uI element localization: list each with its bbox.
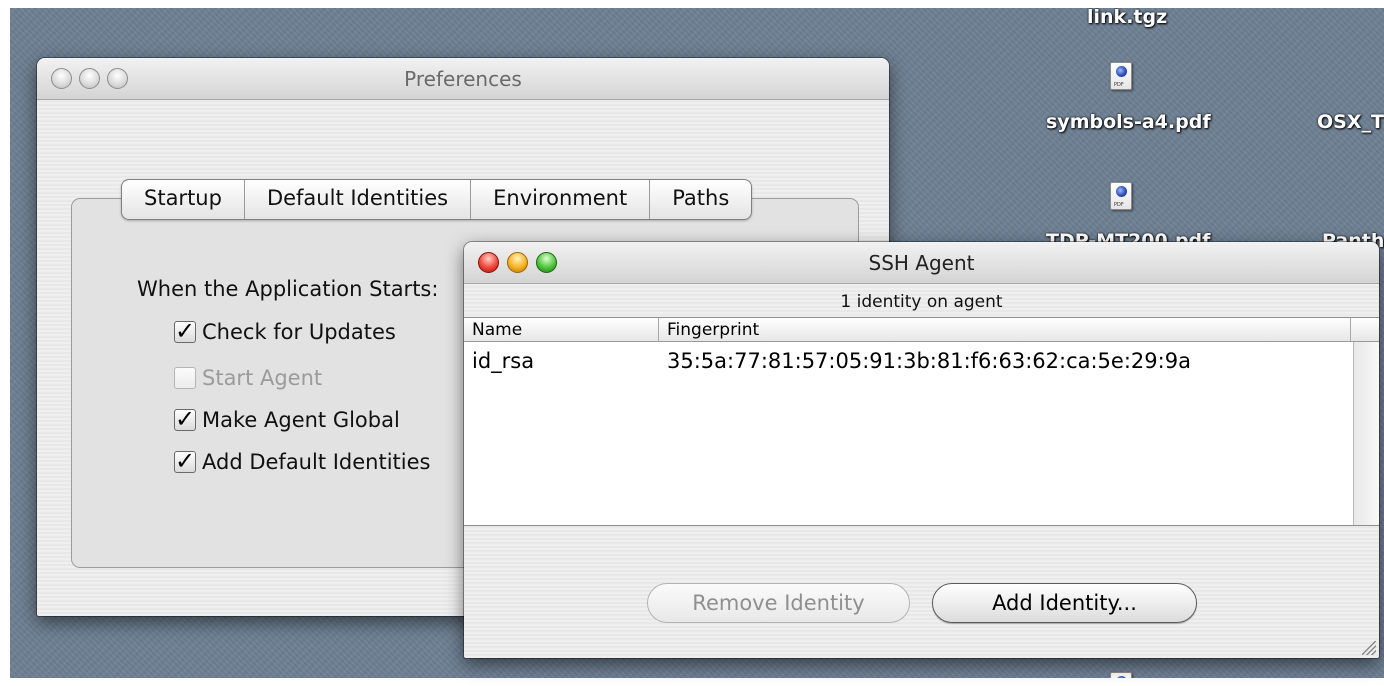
preferences-titlebar[interactable]: Preferences: [37, 58, 889, 100]
vertical-scrollbar[interactable]: [1353, 342, 1379, 525]
check-for-updates-label: Check for Updates: [202, 320, 396, 344]
tab-bar: Startup Default Identities Environment P…: [121, 179, 753, 220]
tab-default-identities[interactable]: Default Identities: [243, 180, 470, 219]
column-header-fingerprint[interactable]: Fingerprint: [659, 318, 1351, 342]
desktop-icon-link-tgz[interactable]: link.tgz: [1087, 8, 1167, 28]
make-agent-global-option[interactable]: ✓ Make Agent Global: [174, 407, 400, 432]
add-default-identities-label: Add Default Identities: [202, 450, 431, 474]
tab-environment[interactable]: Environment: [470, 180, 649, 219]
resize-grip-icon[interactable]: [1362, 641, 1376, 655]
check-for-updates-option[interactable]: ✓ Check for Updates: [174, 319, 396, 344]
ssh-agent-titlebar[interactable]: SSH Agent: [464, 242, 1379, 284]
make-agent-global-checkbox[interactable]: ✓: [174, 407, 196, 431]
column-header-name[interactable]: Name: [464, 318, 659, 342]
startup-heading: When the Application Starts:: [137, 277, 439, 301]
add-default-identities-option[interactable]: ✓ Add Default Identities: [174, 449, 431, 474]
tab-paths[interactable]: Paths: [649, 180, 751, 219]
table-header: Name Fingerprint: [464, 318, 1379, 342]
pdf-file-icon[interactable]: [1110, 62, 1132, 90]
window-title: SSH Agent: [868, 251, 975, 275]
add-identity-button[interactable]: Add Identity...: [932, 583, 1197, 623]
window-title: Preferences: [404, 67, 522, 91]
start-agent-option: Start Agent: [174, 366, 322, 390]
pdf-file-icon[interactable]: [1110, 182, 1132, 210]
pdf-file-icon[interactable]: [1110, 672, 1132, 678]
identity-fingerprint: 35:5a:77:81:57:05:91:3b:81:f6:63:62:ca:5…: [667, 349, 1191, 373]
identities-table: Name Fingerprint id_rsa 35:5a:77:81:57:0…: [464, 317, 1379, 526]
table-body: id_rsa 35:5a:77:81:57:05:91:3b:81:f6:63:…: [464, 342, 1353, 380]
desktop-icon-osx-t[interactable]: OSX_T: [1317, 111, 1384, 133]
identity-count-status: 1 identity on agent: [840, 292, 1003, 312]
table-row[interactable]: id_rsa 35:5a:77:81:57:05:91:3b:81:f6:63:…: [464, 342, 1353, 380]
start-agent-label: Start Agent: [202, 366, 323, 390]
identity-name: id_rsa: [472, 349, 535, 373]
add-default-identities-checkbox[interactable]: ✓: [174, 449, 196, 473]
remove-identity-button[interactable]: Remove Identity: [647, 583, 910, 623]
check-for-updates-checkbox[interactable]: ✓: [174, 319, 196, 343]
make-agent-global-label: Make Agent Global: [202, 408, 400, 432]
start-agent-checkbox: [174, 367, 196, 389]
tab-startup[interactable]: Startup: [122, 180, 244, 219]
desktop-icon-symbols-a4-pdf[interactable]: symbols-a4.pdf: [1046, 111, 1211, 133]
ssh-agent-window: SSH Agent 1 identity on agent Name Finge…: [464, 242, 1379, 658]
